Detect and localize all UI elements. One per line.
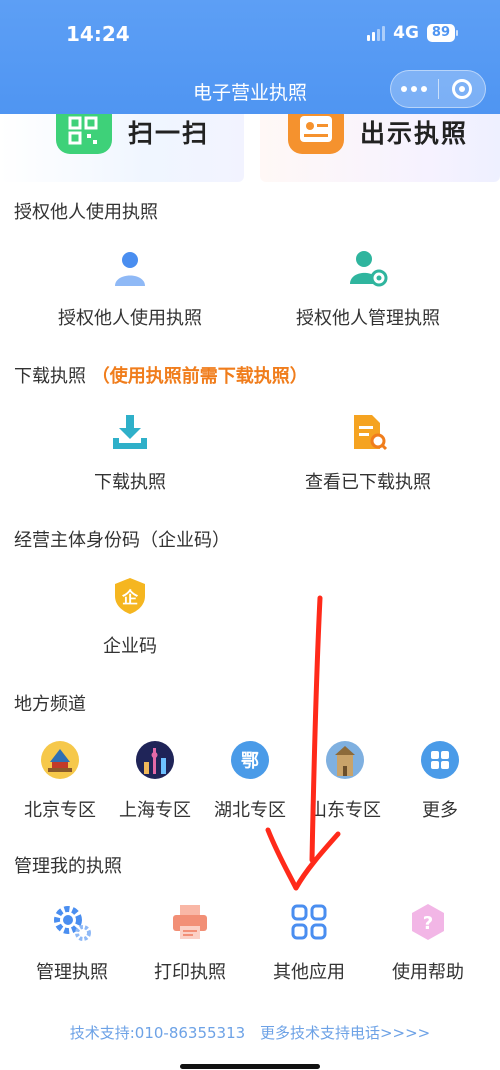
license-card-icon	[288, 114, 344, 154]
manage-license-label: 管理执照	[36, 962, 108, 983]
svg-text:?: ?	[423, 913, 433, 934]
support-footer: 技术支持:010-86355313 更多技术支持电话>>>>	[0, 1022, 500, 1043]
signal-icon	[367, 25, 386, 41]
hubei-zone-label: 湖北专区	[214, 800, 286, 821]
section-title-enterprise-code: 经营主体身份码（企业码）	[14, 530, 230, 551]
grid-apps-icon	[418, 738, 462, 782]
download-license-button[interactable]: 下载执照	[40, 410, 220, 494]
help-button[interactable]: ? 使用帮助	[368, 900, 488, 984]
document-search-icon	[346, 410, 390, 454]
download-icon	[108, 410, 152, 454]
beijing-zone-label: 北京专区	[24, 800, 96, 821]
show-license-label: 出示执照	[360, 119, 469, 148]
close-target-icon[interactable]	[439, 79, 486, 99]
authorize-use-label: 授权他人使用执照	[58, 308, 202, 329]
home-indicator	[180, 1064, 320, 1069]
scan-card[interactable]: 扫一扫	[0, 114, 244, 182]
view-downloaded-button[interactable]: 查看已下载执照	[278, 410, 458, 494]
user-icon	[108, 246, 152, 290]
authorize-use-button[interactable]: 授权他人使用执照	[40, 246, 220, 330]
other-apps-button[interactable]: 其他应用	[249, 900, 369, 984]
gear-icon	[50, 900, 94, 944]
shanghai-skyline-icon	[133, 738, 177, 782]
app-header: 14:24 4G 89 电子营业执照	[0, 0, 500, 114]
section-title-local: 地方频道	[14, 694, 86, 715]
shanghai-zone-label: 上海专区	[119, 800, 191, 821]
print-license-button[interactable]: 打印执照	[130, 900, 250, 984]
show-license-card[interactable]: 出示执照	[260, 114, 500, 182]
print-license-label: 打印执照	[154, 962, 226, 983]
beijing-zone-button[interactable]: 北京专区	[10, 738, 110, 822]
help-label: 使用帮助	[392, 962, 464, 983]
question-icon: ?	[406, 900, 450, 944]
shandong-zone-button[interactable]: 山东专区	[295, 738, 395, 822]
svg-text:鄂: 鄂	[241, 751, 259, 772]
hubei-e-icon: 鄂	[228, 738, 272, 782]
more-zones-label: 更多	[422, 800, 458, 821]
status-time: 14:24	[66, 22, 130, 46]
printer-icon	[168, 900, 212, 944]
shandong-building-icon	[323, 738, 367, 782]
view-downloaded-label: 查看已下载执照	[305, 472, 431, 493]
scan-label: 扫一扫	[128, 119, 210, 148]
more-zones-button[interactable]: 更多	[390, 738, 490, 822]
miniprogram-capsule	[390, 70, 486, 108]
battery-icon: 89	[426, 24, 458, 42]
download-license-label: 下载执照	[94, 472, 166, 493]
hubei-zone-button[interactable]: 鄂 湖北专区	[200, 738, 300, 822]
user-gear-icon	[346, 246, 390, 290]
grid-outline-icon	[287, 900, 331, 944]
status-indicators: 4G 89	[367, 23, 458, 43]
support-phone[interactable]: 技术支持:010-86355313	[70, 1024, 245, 1042]
enterprise-code-button[interactable]: 企 企业码	[40, 574, 220, 658]
manage-license-button[interactable]: 管理执照	[12, 900, 132, 984]
authorize-manage-button[interactable]: 授权他人管理执照	[278, 246, 458, 330]
shandong-zone-label: 山东专区	[309, 800, 381, 821]
shanghai-zone-button[interactable]: 上海专区	[105, 738, 205, 822]
section-title-download: 下载执照 （使用执照前需下载执照）	[14, 362, 308, 388]
enterprise-code-label: 企业码	[103, 636, 157, 657]
more-support-link[interactable]: 更多技术支持电话>>>>	[260, 1024, 430, 1042]
svg-text:企: 企	[121, 588, 139, 607]
temple-of-heaven-icon	[38, 738, 82, 782]
download-title-text: 下载执照	[14, 366, 86, 387]
other-apps-label: 其他应用	[273, 962, 345, 983]
download-note: （使用执照前需下载执照）	[91, 366, 308, 387]
section-title-authorize: 授权他人使用执照	[14, 202, 158, 223]
enterprise-shield-icon: 企	[108, 574, 152, 618]
section-title-manage: 管理我的执照	[14, 856, 122, 877]
authorize-manage-label: 授权他人管理执照	[296, 308, 440, 329]
qr-scan-icon	[56, 114, 112, 154]
network-type: 4G	[393, 23, 419, 43]
more-menu-icon[interactable]	[391, 86, 438, 92]
quick-actions: 扫一扫 出示执照	[0, 114, 500, 184]
battery-level: 89	[426, 24, 455, 42]
